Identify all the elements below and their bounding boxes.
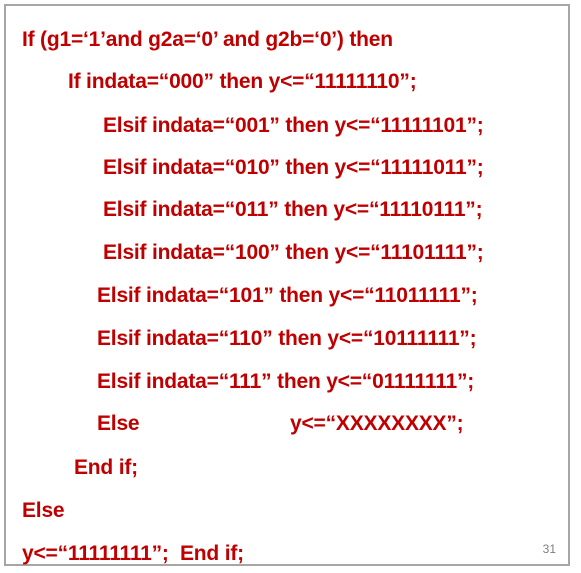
page-number: 31 (542, 542, 556, 556)
slide-frame: If (g1=‘1’and g2a=‘0’ and g2b=‘0’) then … (4, 4, 570, 566)
code-line-elsif-111: Elsif indata=“111” then y<=“01111111”; (97, 370, 475, 393)
code-line-elsif-011: Elsif indata=“011” then y<=“11110111”; (103, 198, 483, 221)
code-line-if-condition: If (g1=‘1’and g2a=‘0’ and g2b=‘0’) then (22, 28, 393, 51)
code-line-final-assign-end-if: y<=“11111111”; End if; (22, 542, 244, 565)
code-line-else-assignment: y<=“XXXXXXXX”; (290, 412, 464, 435)
code-line-elsif-101: Elsif indata=“101” then y<=“11011111”; (97, 284, 478, 307)
code-line-end-if-inner: End if; (74, 456, 138, 479)
code-line-elsif-110: Elsif indata=“110” then y<=“10111111”; (97, 327, 477, 350)
code-line-elsif-010: Elsif indata=“010” then y<=“11111011”; (103, 156, 484, 179)
code-line-else-keyword: Else (97, 412, 140, 435)
code-line-elsif-001: Elsif indata=“001” then y<=“11111101”; (103, 114, 484, 137)
code-line-elsif-100: Elsif indata=“100” then y<=“11101111”; (103, 241, 484, 264)
code-line-else-outer: Else (22, 499, 65, 522)
code-line-if-000: If indata=“000” then y<=“11111110”; (68, 70, 417, 93)
